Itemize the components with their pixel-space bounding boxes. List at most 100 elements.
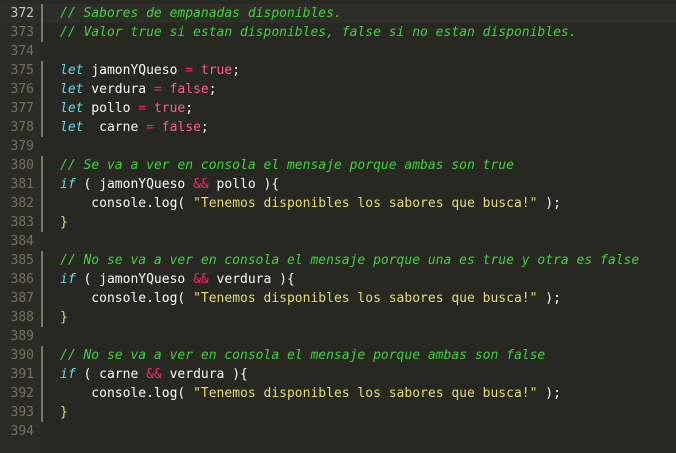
token-pn: ; <box>208 82 217 97</box>
token-fn: log <box>153 291 178 306</box>
code-line[interactable]: 392 console.log( "Tenemos disponibles lo… <box>0 384 676 403</box>
change-marker <box>41 4 43 23</box>
change-marker <box>41 156 43 175</box>
line-code: console.log( "Tenemos disponibles los sa… <box>60 194 561 213</box>
token-pn <box>193 63 201 78</box>
token-brace: } <box>60 405 68 420</box>
token-str: "Tenemos disponibles los sabores que bus… <box>193 386 538 401</box>
token-kw: let <box>60 101 84 116</box>
token-kw: if <box>60 367 76 382</box>
code-line[interactable]: 386 if ( jamonYQueso && verdura ){ <box>0 270 676 289</box>
change-marker <box>41 270 43 289</box>
line-number: 388 <box>10 310 34 325</box>
line-number: 390 <box>10 348 34 363</box>
token-fn: log <box>153 196 178 211</box>
line-code: // No se va a ver en consola el mensaje … <box>60 251 639 270</box>
token-pn: ( jamonYQueso <box>75 272 194 287</box>
change-marker <box>41 194 43 213</box>
token-pn: console. <box>60 291 154 306</box>
token-op: = <box>146 120 154 135</box>
line-number: 378 <box>10 120 34 135</box>
token-kw: let <box>60 82 84 97</box>
code-line[interactable]: 376 let verdura = false; <box>0 80 676 99</box>
token-op: && <box>193 272 209 287</box>
token-bool: false <box>161 120 201 135</box>
change-marker <box>41 308 43 327</box>
token-pn: verdura ){ <box>161 367 248 382</box>
code-line[interactable]: 384 <box>0 232 676 251</box>
code-line[interactable]: 375 let jamonYQueso = true; <box>0 61 676 80</box>
code-line[interactable]: 381 if ( jamonYQueso && pollo ){ <box>0 175 676 194</box>
line-number: 392 <box>10 386 34 401</box>
code-line[interactable]: 393} <box>0 403 676 422</box>
token-str: "Tenemos disponibles los sabores que bus… <box>193 196 538 211</box>
line-number: 393 <box>10 405 34 420</box>
token-pn: ( <box>177 386 194 401</box>
line-code: console.log( "Tenemos disponibles los sa… <box>60 384 561 403</box>
change-marker <box>41 384 43 403</box>
token-pn: ( carne <box>75 367 147 382</box>
line-number: 385 <box>10 253 34 268</box>
token-pn: verdura <box>83 82 154 97</box>
line-code: // No se va a ver en consola el mensaje … <box>60 346 545 365</box>
line-number: 374 <box>10 44 34 59</box>
code-line[interactable]: 391 if ( carne && verdura ){ <box>0 365 676 384</box>
token-op: && <box>193 177 209 192</box>
line-number: 383 <box>10 215 34 230</box>
line-number: 387 <box>10 291 34 306</box>
code-lines[interactable]: 372// Sabores de empanadas disponibles. 3… <box>0 4 676 441</box>
line-code: let pollo = true; <box>60 99 193 118</box>
token-pn: ; <box>232 63 241 78</box>
token-bool: true <box>200 63 233 78</box>
code-line[interactable]: 379 <box>0 137 676 156</box>
line-code: let jamonYQueso = true; <box>60 61 240 80</box>
code-line[interactable]: 382 console.log( "Tenemos disponibles lo… <box>0 194 676 213</box>
token-pn: jamonYQueso <box>83 63 186 78</box>
change-marker <box>41 289 43 308</box>
token-kw: if <box>60 177 76 192</box>
code-line[interactable]: 390 // No se va a ver en consola el mensa… <box>0 346 676 365</box>
line-number: 384 <box>10 234 34 249</box>
line-number: 372 <box>10 6 34 21</box>
token-pn: ; <box>200 120 209 135</box>
line-code: } <box>60 403 68 422</box>
change-marker <box>41 251 43 270</box>
code-line[interactable]: 372 // Sabores de empanadas disponibles. <box>0 4 676 23</box>
line-code: } <box>60 213 68 232</box>
line-number: 391 <box>10 367 34 382</box>
token-kw: if <box>60 272 76 287</box>
token-pn: ( jamonYQueso <box>75 177 194 192</box>
code-line[interactable]: 388} <box>0 308 676 327</box>
token-pn: pollo <box>83 101 139 116</box>
token-pn: carne <box>83 120 147 135</box>
change-marker <box>41 99 43 118</box>
line-number: 376 <box>10 82 34 97</box>
code-line[interactable]: 389 <box>0 327 676 346</box>
code-line[interactable]: 387 console.log( "Tenemos disponibles lo… <box>0 289 676 308</box>
code-line[interactable]: 377 let pollo = true; <box>0 99 676 118</box>
token-pn: ); <box>537 196 561 211</box>
code-line[interactable]: 378 let carne = false; <box>0 118 676 137</box>
line-number: 386 <box>10 272 34 287</box>
line-number: 377 <box>10 101 34 116</box>
code-line[interactable]: 380 // Se va a ver en consola el mensaje … <box>0 156 676 175</box>
token-cm: // Sabores de empanadas disponibles. <box>60 6 342 21</box>
change-marker <box>41 175 43 194</box>
code-line[interactable]: 385 // No se va a ver en consola el mensa… <box>0 251 676 270</box>
token-pn <box>162 82 170 97</box>
code-line[interactable]: 394 <box>0 422 676 441</box>
line-code: if ( jamonYQueso && pollo ){ <box>60 175 279 194</box>
token-cm: // Valor true si estan disponibles, fals… <box>60 25 577 40</box>
code-line[interactable]: 374 <box>0 42 676 61</box>
code-editor[interactable]: 372// Sabores de empanadas disponibles. 3… <box>0 0 676 453</box>
line-code: if ( jamonYQueso && verdura ){ <box>60 270 295 289</box>
token-pn: pollo ){ <box>208 177 280 192</box>
token-brace: } <box>60 310 68 325</box>
token-op: = <box>185 63 194 78</box>
change-marker <box>41 118 43 137</box>
line-number: 389 <box>10 329 34 344</box>
change-marker <box>41 365 43 384</box>
code-line[interactable]: 373 // Valor true si estan disponibles, f… <box>0 23 676 42</box>
code-line[interactable]: 383} <box>0 213 676 232</box>
change-marker <box>41 23 43 42</box>
